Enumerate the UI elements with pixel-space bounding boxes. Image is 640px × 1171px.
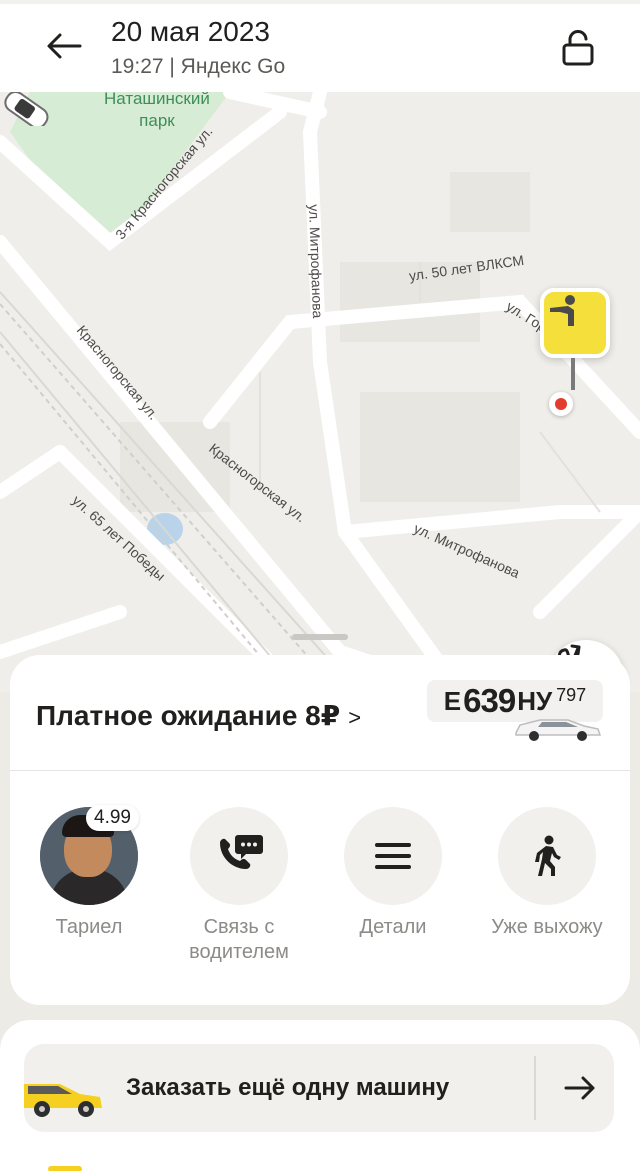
avatar: 4.99 bbox=[40, 805, 139, 905]
taxi-car-icon bbox=[4, 92, 49, 126]
back-button[interactable] bbox=[36, 22, 92, 70]
header-date: 20 мая 2023 bbox=[111, 16, 270, 47]
person-waving-icon bbox=[550, 295, 575, 326]
pickup-pin[interactable] bbox=[540, 288, 610, 358]
plate-letter: Е bbox=[443, 685, 462, 716]
taxi-yellow-icon bbox=[24, 1084, 102, 1117]
arrow-right-icon bbox=[564, 1076, 595, 1100]
pickup-point bbox=[549, 392, 573, 416]
chevron-right-icon: > bbox=[348, 705, 362, 730]
actions-row: 4.99 Тариел Связь с водителем Детали Уже… bbox=[10, 805, 630, 977]
phone-chat-icon bbox=[220, 835, 263, 869]
header: 20 мая 2023 19:27 | Яндекс Go bbox=[0, 0, 640, 92]
sheet-grabber[interactable] bbox=[292, 634, 348, 640]
details-label: Детали bbox=[359, 916, 427, 938]
driver-rating-badge: 4.99 bbox=[86, 805, 139, 831]
order-another-car-button[interactable]: Заказать ещё одну машину bbox=[24, 1044, 614, 1132]
details-button[interactable]: Детали bbox=[328, 807, 458, 940]
header-top-line bbox=[0, 0, 640, 4]
lock-open-icon bbox=[562, 30, 594, 66]
paid-wait-text: Платное ожидание 8₽ bbox=[36, 700, 341, 731]
contact-driver-label: Связь с водителем bbox=[189, 916, 289, 963]
park-label: Наташинский парк bbox=[104, 92, 210, 130]
coming-out-label: Уже выхожу bbox=[491, 916, 603, 938]
plate-number: 639 bbox=[463, 682, 516, 719]
trip-card: Платное ожидание 8₽ > Е 639 НУ 797 4.99 … bbox=[10, 655, 630, 1005]
menu-icon bbox=[375, 843, 411, 869]
lock-button[interactable] bbox=[530, 20, 626, 76]
coming-out-button[interactable]: Уже выхожу bbox=[482, 807, 612, 940]
peek-yellow-bar bbox=[48, 1166, 82, 1171]
car-icon bbox=[515, 719, 602, 741]
paid-wait-row[interactable]: Платное ожидание 8₽ > bbox=[36, 699, 361, 732]
arrow-left-icon bbox=[47, 33, 82, 59]
order-arrow-button[interactable] bbox=[550, 1058, 610, 1118]
order-another-car-label: Заказать ещё одну машину bbox=[126, 1074, 450, 1101]
map-roads bbox=[0, 92, 640, 692]
map[interactable]: Наташинский парк 3-я Красногорская ул. у… bbox=[0, 92, 640, 692]
order-more-card: Заказать ещё одну машину bbox=[0, 1020, 640, 1171]
plate-region: 797 bbox=[556, 684, 587, 705]
pin-stem bbox=[571, 358, 575, 390]
divider bbox=[10, 770, 630, 771]
header-subtitle: 19:27 | Яндекс Go bbox=[111, 55, 286, 78]
separator bbox=[534, 1056, 536, 1120]
contact-driver-button[interactable]: Связь с водителем bbox=[174, 807, 304, 965]
driver-button[interactable]: 4.99 Тариел bbox=[24, 805, 154, 940]
walking-person-icon bbox=[535, 835, 561, 876]
driver-name: Тариел bbox=[55, 916, 123, 938]
